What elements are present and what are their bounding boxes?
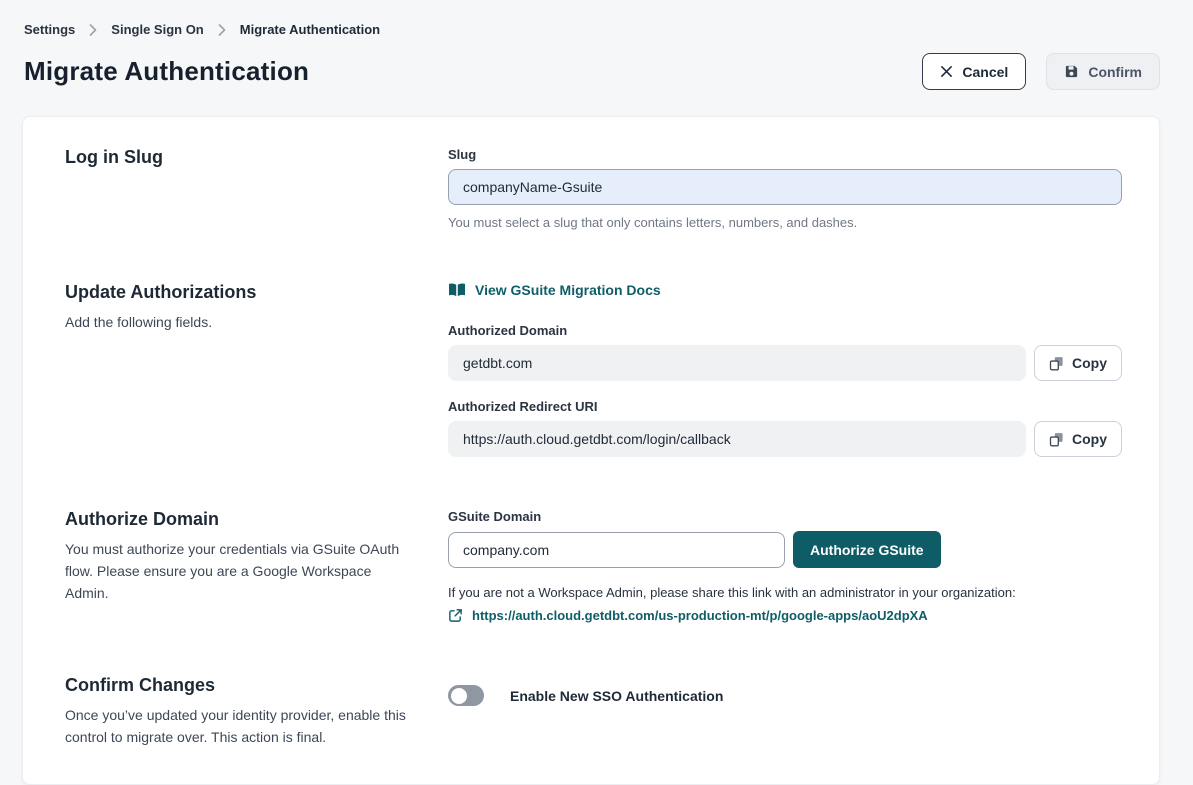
slug-helper-text: You must select a slug that only contain… — [448, 215, 1122, 230]
section-heading: Log in Slug — [65, 147, 448, 168]
enable-sso-toggle[interactable] — [448, 685, 484, 706]
enable-sso-toggle-label: Enable New SSO Authentication — [510, 688, 723, 704]
workspace-admin-note: If you are not a Workspace Admin, please… — [448, 585, 1122, 600]
header-actions: Cancel Confirm — [922, 53, 1160, 90]
breadcrumb-settings[interactable]: Settings — [24, 22, 75, 37]
admin-link-row: https://auth.cloud.getdbt.com/us-product… — [448, 608, 1122, 623]
section-confirm-changes: Confirm Changes Once you’ve updated your… — [65, 675, 1120, 748]
slug-label: Slug — [448, 147, 1122, 162]
page-title: Migrate Authentication — [24, 56, 309, 87]
copy-authorized-domain-button[interactable]: Copy — [1034, 345, 1122, 381]
authorized-domain-input[interactable] — [448, 345, 1026, 381]
authorized-domain-label: Authorized Domain — [448, 323, 1122, 338]
external-link-icon — [448, 608, 463, 623]
confirm-button-label: Confirm — [1088, 64, 1142, 80]
copy-button-label: Copy — [1072, 431, 1107, 447]
authorize-gsuite-button[interactable]: Authorize GSuite — [793, 531, 941, 568]
copy-icon — [1049, 356, 1064, 371]
slug-input[interactable] — [448, 169, 1122, 205]
redirect-uri-input[interactable] — [448, 421, 1026, 457]
authorized-domain-row: Copy — [448, 345, 1122, 381]
section-confirm-changes-info: Confirm Changes Once you’ve updated your… — [65, 675, 448, 748]
title-row: Migrate Authentication Cancel Confirm — [24, 53, 1160, 90]
authorized-domain-block: Authorized Domain Copy — [448, 323, 1122, 381]
section-update-authorizations-fields: View GSuite Migration Docs Authorized Do… — [448, 282, 1122, 457]
toggle-knob — [451, 688, 467, 704]
section-login-slug-info: Log in Slug — [65, 147, 448, 230]
book-icon — [448, 283, 466, 297]
copy-button-label: Copy — [1072, 355, 1107, 371]
chevron-right-icon — [89, 24, 97, 36]
admin-share-link[interactable]: https://auth.cloud.getdbt.com/us-product… — [472, 608, 928, 623]
gsuite-migration-docs-label: View GSuite Migration Docs — [475, 282, 661, 298]
gsuite-domain-label: GSuite Domain — [448, 509, 1122, 524]
section-heading: Confirm Changes — [65, 675, 448, 696]
save-icon — [1064, 64, 1079, 79]
section-confirm-changes-fields: Enable New SSO Authentication — [448, 675, 1122, 748]
breadcrumb-single-sign-on[interactable]: Single Sign On — [111, 22, 203, 37]
gsuite-domain-input[interactable] — [448, 532, 785, 568]
copy-redirect-uri-button[interactable]: Copy — [1034, 421, 1122, 457]
section-description: You must authorize your credentials via … — [65, 538, 410, 604]
section-login-slug: Log in Slug Slug You must select a slug … — [65, 147, 1120, 230]
section-update-authorizations: Update Authorizations Add the following … — [65, 282, 1120, 457]
gsuite-domain-row: Authorize GSuite — [448, 531, 1122, 568]
section-authorize-domain: Authorize Domain You must authorize your… — [65, 509, 1120, 623]
chevron-right-icon — [218, 24, 226, 36]
redirect-uri-label: Authorized Redirect URI — [448, 399, 1122, 414]
section-heading: Authorize Domain — [65, 509, 448, 530]
section-authorize-domain-fields: GSuite Domain Authorize GSuite If you ar… — [448, 509, 1122, 623]
section-update-authorizations-info: Update Authorizations Add the following … — [65, 282, 448, 457]
section-description: Add the following fields. — [65, 311, 410, 333]
section-authorize-domain-info: Authorize Domain You must authorize your… — [65, 509, 448, 623]
enable-sso-toggle-row: Enable New SSO Authentication — [448, 685, 1122, 706]
gsuite-migration-docs-link[interactable]: View GSuite Migration Docs — [448, 282, 661, 298]
close-icon — [940, 65, 953, 78]
page-header: Settings Single Sign On Migrate Authenti… — [0, 0, 1193, 90]
cancel-button-label: Cancel — [962, 64, 1008, 80]
breadcrumb: Settings Single Sign On Migrate Authenti… — [24, 22, 1160, 37]
settings-card: Log in Slug Slug You must select a slug … — [22, 116, 1160, 785]
copy-icon — [1049, 432, 1064, 447]
breadcrumb-migrate-authentication: Migrate Authentication — [240, 22, 380, 37]
redirect-uri-row: Copy — [448, 421, 1122, 457]
cancel-button[interactable]: Cancel — [922, 53, 1026, 90]
section-heading: Update Authorizations — [65, 282, 448, 303]
redirect-uri-block: Authorized Redirect URI Copy — [448, 399, 1122, 457]
confirm-button[interactable]: Confirm — [1046, 53, 1160, 90]
section-login-slug-fields: Slug You must select a slug that only co… — [448, 147, 1122, 230]
section-description: Once you’ve updated your identity provid… — [65, 704, 410, 748]
